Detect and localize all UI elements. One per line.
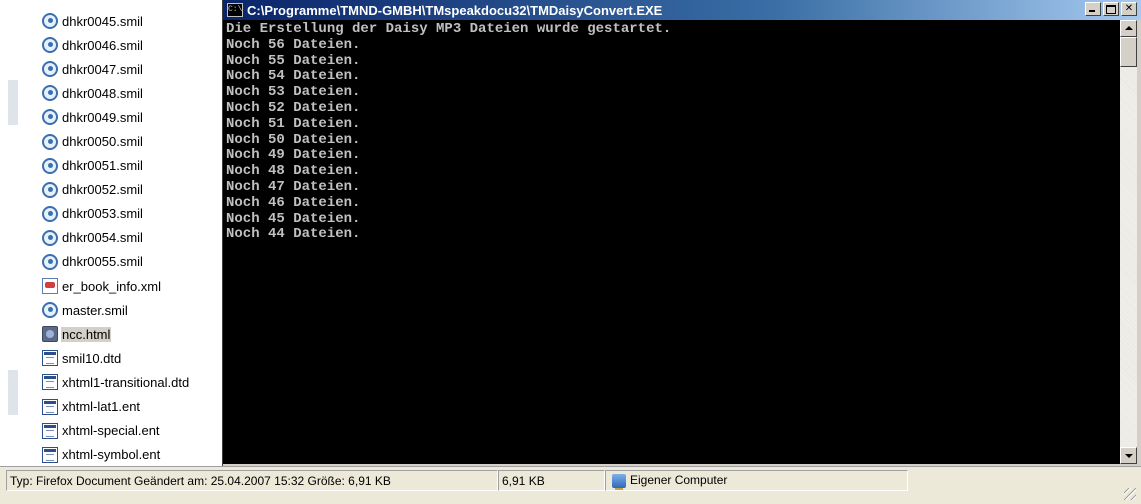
- cmd-icon[interactable]: C:\: [227, 3, 243, 17]
- file-item[interactable]: er_book_info.xml: [42, 274, 190, 298]
- console-line: Noch 53 Dateien.: [226, 84, 361, 101]
- file-item[interactable]: dhkr0048.smil: [42, 81, 190, 105]
- scroll-up-button[interactable]: [1120, 20, 1137, 37]
- file-item[interactable]: xhtml1-transitional.dtd: [42, 370, 190, 394]
- console-line: Noch 55 Dateien.: [226, 52, 361, 69]
- smil-file-icon: [42, 157, 58, 174]
- close-button[interactable]: ✕: [1121, 2, 1137, 16]
- file-name: er_book_info.xml: [62, 278, 161, 294]
- smil-file-icon: [42, 109, 58, 126]
- file-name: ncc.html: [61, 326, 112, 342]
- file-name: dhkr0055.smil: [62, 254, 143, 270]
- xml-file-icon: [42, 278, 58, 295]
- html-file-icon: [42, 326, 58, 343]
- file-name: smil10.dtd: [62, 350, 122, 366]
- console-line: Die Erstellung der Daisy MP3 Dateien wur…: [226, 21, 672, 37]
- minimize-button[interactable]: [1085, 2, 1101, 16]
- file-item[interactable]: dhkr0047.smil: [42, 57, 190, 81]
- smil-file-icon: [42, 181, 58, 198]
- file-name: dhkr0046.smil: [62, 37, 143, 53]
- console-line: Noch 56 Dateien.: [226, 36, 361, 53]
- status-type-panel: Typ: Firefox Document Geändert am: 25.04…: [6, 470, 498, 491]
- maximize-button[interactable]: [1103, 2, 1119, 16]
- file-list: dhkr0045.smil dhkr0046.smil dhkr0047.smil d…: [42, 9, 190, 466]
- dtd-file-icon: [42, 398, 58, 415]
- file-item[interactable]: dhkr0049.smil: [42, 105, 190, 129]
- console-title-bar[interactable]: C:\ C:\Programme\TMND-GMBH\TMspeakdocu32…: [223, 0, 1141, 20]
- file-item[interactable]: dhkr0051.smil: [42, 154, 190, 178]
- console-line: Noch 50 Dateien.: [226, 131, 361, 148]
- file-name: xhtml1-transitional.dtd: [62, 374, 190, 390]
- console-line: Noch 51 Dateien.: [226, 115, 361, 132]
- console-line: Noch 49 Dateien.: [226, 147, 361, 164]
- smil-file-icon: [42, 229, 58, 246]
- file-name: master.smil: [62, 302, 128, 318]
- dtd-file-icon: [42, 422, 58, 439]
- dtd-file-icon: [42, 350, 58, 367]
- file-item[interactable]: dhkr0053.smil: [42, 202, 190, 226]
- file-name: dhkr0045.smil: [62, 13, 143, 29]
- gutter-mark: [8, 370, 18, 415]
- status-zone-label: Eigener Computer: [630, 473, 728, 487]
- console-line: Noch 48 Dateien.: [226, 163, 361, 180]
- file-item[interactable]: ncc.html: [42, 322, 190, 346]
- smil-file-icon: [42, 37, 58, 54]
- smil-file-icon: [42, 253, 58, 270]
- file-name: dhkr0050.smil: [62, 134, 143, 150]
- file-name: dhkr0049.smil: [62, 109, 143, 125]
- status-size-panel: 6,91 KB: [498, 470, 605, 491]
- file-item[interactable]: xhtml-lat1.ent: [42, 395, 190, 419]
- file-item[interactable]: xhtml-special.ent: [42, 419, 190, 443]
- smil-file-icon: [42, 205, 58, 222]
- caption-buttons: ✕: [1083, 2, 1137, 16]
- smil-file-icon: [42, 61, 58, 78]
- console-line: Noch 54 Dateien.: [226, 68, 361, 85]
- status-bar: Typ: Firefox Document Geändert am: 25.04…: [0, 466, 1141, 504]
- smil-file-icon: [42, 133, 58, 150]
- file-name: xhtml-special.ent: [62, 423, 160, 439]
- smil-file-icon: [42, 85, 58, 102]
- explorer-gutter: [0, 0, 30, 466]
- dtd-file-icon: [42, 374, 58, 391]
- console-line: Noch 46 Dateien.: [226, 194, 361, 211]
- scroll-down-button[interactable]: [1120, 447, 1137, 464]
- vertical-scrollbar[interactable]: [1120, 20, 1137, 464]
- file-name: dhkr0053.smil: [62, 206, 143, 222]
- file-item[interactable]: dhkr0050.smil: [42, 129, 190, 153]
- console-line: Noch 47 Dateien.: [226, 178, 361, 195]
- file-name: dhkr0047.smil: [62, 61, 143, 77]
- console-line: Noch 52 Dateien.: [226, 99, 361, 116]
- explorer-file-list-pane: dhkr0045.smil dhkr0046.smil dhkr0047.smil d…: [0, 0, 222, 466]
- window-title: C:\Programme\TMND-GMBH\TMspeakdocu32\TMD…: [247, 2, 663, 18]
- console-line: Noch 45 Dateien.: [226, 210, 361, 227]
- status-zone-panel: Eigener Computer: [605, 470, 908, 491]
- file-item[interactable]: dhkr0055.smil: [42, 250, 190, 274]
- smil-file-icon: [42, 13, 58, 30]
- file-item[interactable]: dhkr0054.smil: [42, 226, 190, 250]
- file-item[interactable]: smil10.dtd: [42, 346, 190, 370]
- scroll-thumb[interactable]: [1120, 37, 1137, 67]
- gutter-mark: [8, 80, 18, 125]
- console-window[interactable]: C:\ C:\Programme\TMND-GMBH\TMspeakdocu32…: [222, 0, 1141, 466]
- file-name: dhkr0051.smil: [62, 158, 143, 174]
- file-item[interactable]: master.smil: [42, 298, 190, 322]
- console-output-area[interactable]: Die Erstellung der Daisy MP3 Dateien wur…: [223, 20, 1120, 464]
- file-item[interactable]: xhtml-symbol.ent: [42, 443, 190, 466]
- file-name: dhkr0048.smil: [62, 85, 143, 101]
- file-name: dhkr0052.smil: [62, 182, 143, 198]
- computer-icon: [612, 473, 626, 490]
- file-item[interactable]: dhkr0045.smil: [42, 9, 190, 33]
- file-name: xhtml-lat1.ent: [62, 399, 141, 415]
- console-line: Noch 44 Dateien.: [226, 226, 361, 243]
- resize-grip[interactable]: [1124, 488, 1136, 500]
- file-item[interactable]: dhkr0046.smil: [42, 33, 190, 57]
- dtd-file-icon: [42, 446, 58, 463]
- file-name: xhtml-symbol.ent: [62, 447, 161, 463]
- console-output: Die Erstellung der Daisy MP3 Dateien wur…: [223, 20, 1120, 243]
- smil-file-icon: [42, 302, 58, 319]
- file-item[interactable]: dhkr0052.smil: [42, 178, 190, 202]
- file-name: dhkr0054.smil: [62, 230, 143, 246]
